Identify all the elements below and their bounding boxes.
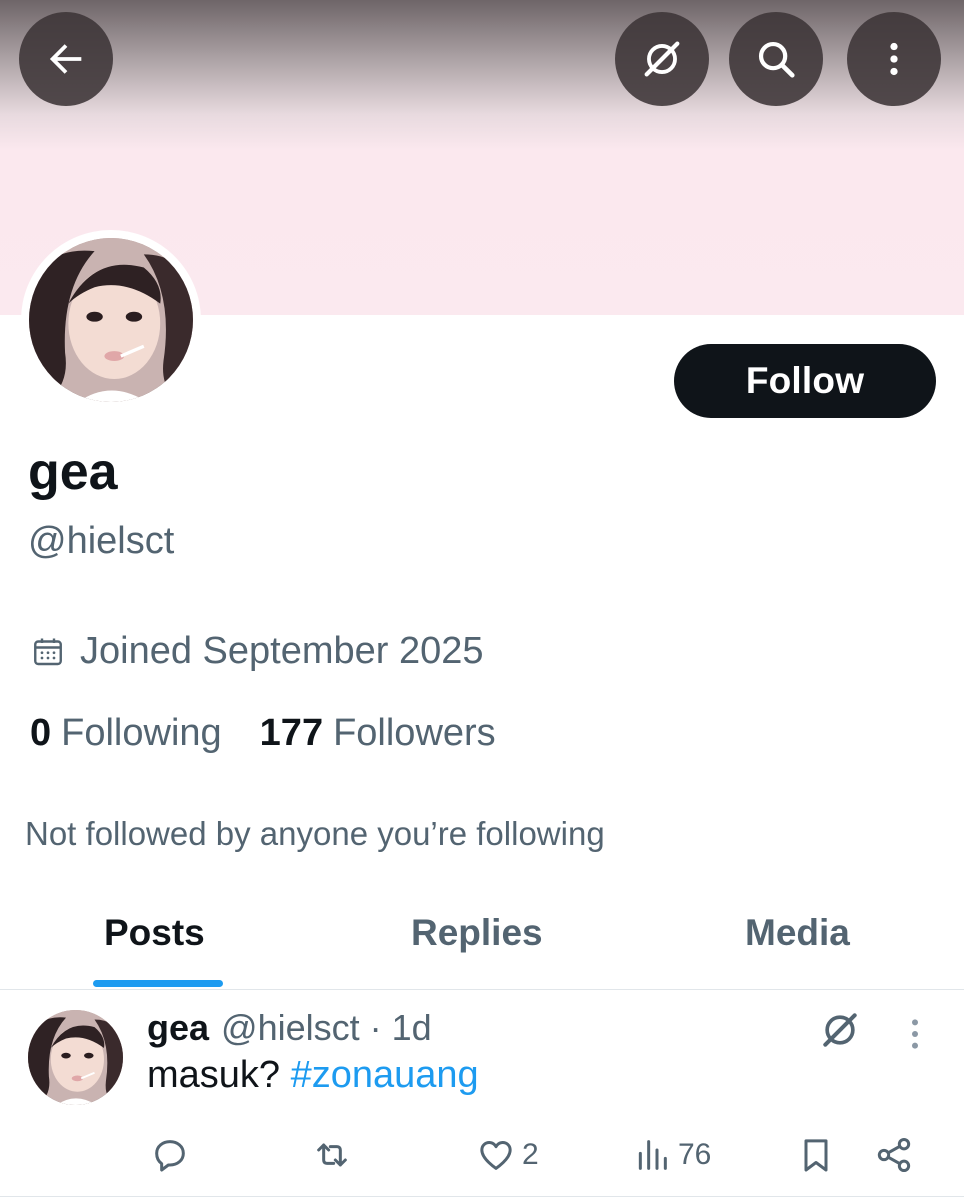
post-author-name[interactable]: gea <box>147 1007 209 1049</box>
followers-count: 177 <box>259 712 324 754</box>
post-header: gea @hielsct · 1d <box>147 1007 432 1049</box>
grok-icon[interactable] <box>818 1008 862 1052</box>
post-avatar[interactable] <box>28 1010 123 1105</box>
bookmark-button[interactable] <box>796 1130 836 1180</box>
bookmark-icon <box>804 1139 828 1172</box>
heart-icon <box>480 1141 512 1170</box>
view-count: 76 <box>678 1138 712 1171</box>
post-actions: 2 76 <box>0 1130 964 1180</box>
profile-avatar[interactable] <box>21 230 201 410</box>
post-item[interactable]: gea @hielsct · 1d masuk? #zonauang 2 76 <box>0 992 964 1197</box>
like-button[interactable]: 2 <box>476 1130 539 1180</box>
grok-icon <box>644 41 680 77</box>
repost-icon <box>317 1143 347 1167</box>
arrow-left-icon <box>49 44 82 74</box>
profile-display-name: gea <box>28 443 118 501</box>
profile-handle: @hielsct <box>28 520 175 562</box>
like-count: 2 <box>522 1138 539 1171</box>
views-chart-icon <box>638 1140 667 1170</box>
avatar-image <box>29 238 193 402</box>
tab-posts[interactable]: Posts <box>104 912 205 954</box>
post-meta: @hielsct · 1d <box>221 1007 432 1048</box>
followers-link[interactable]: 177 Followers <box>260 712 496 755</box>
views-button[interactable]: 76 <box>632 1130 711 1180</box>
tab-replies[interactable]: Replies <box>411 912 543 954</box>
grok-button[interactable] <box>615 12 709 106</box>
profile-stats: 0 Following 177 Followers <box>30 712 496 755</box>
profile-tabs: Posts Replies Media <box>0 900 964 990</box>
followers-label: Followers <box>333 712 496 754</box>
active-tab-indicator <box>93 980 223 987</box>
more-vertical-icon[interactable] <box>900 1014 930 1054</box>
following-link[interactable]: 0 Following <box>30 712 222 755</box>
back-button[interactable] <box>19 12 113 106</box>
post-body: masuk? <box>147 1054 291 1096</box>
more-options-button[interactable] <box>847 12 941 106</box>
repost-button[interactable] <box>312 1130 352 1180</box>
tab-media[interactable]: Media <box>745 912 850 954</box>
post-text: masuk? #zonauang <box>147 1054 479 1097</box>
not-followed-notice: Not followed by anyone you’re following <box>25 815 605 852</box>
following-count: 0 <box>30 712 52 754</box>
reply-icon <box>155 1140 185 1172</box>
post-hashtag[interactable]: #zonauang <box>291 1054 479 1096</box>
following-label: Following <box>61 712 222 754</box>
share-icon <box>877 1138 911 1172</box>
joined-date: Joined September 2025 <box>30 630 484 673</box>
reply-button[interactable] <box>150 1130 190 1180</box>
calendar-icon <box>34 638 62 665</box>
more-vertical-icon <box>890 42 898 76</box>
joined-text: Joined September 2025 <box>80 630 484 672</box>
search-button[interactable] <box>729 12 823 106</box>
share-button[interactable] <box>874 1130 914 1180</box>
search-icon <box>758 41 795 78</box>
follow-button[interactable]: Follow <box>674 344 936 418</box>
